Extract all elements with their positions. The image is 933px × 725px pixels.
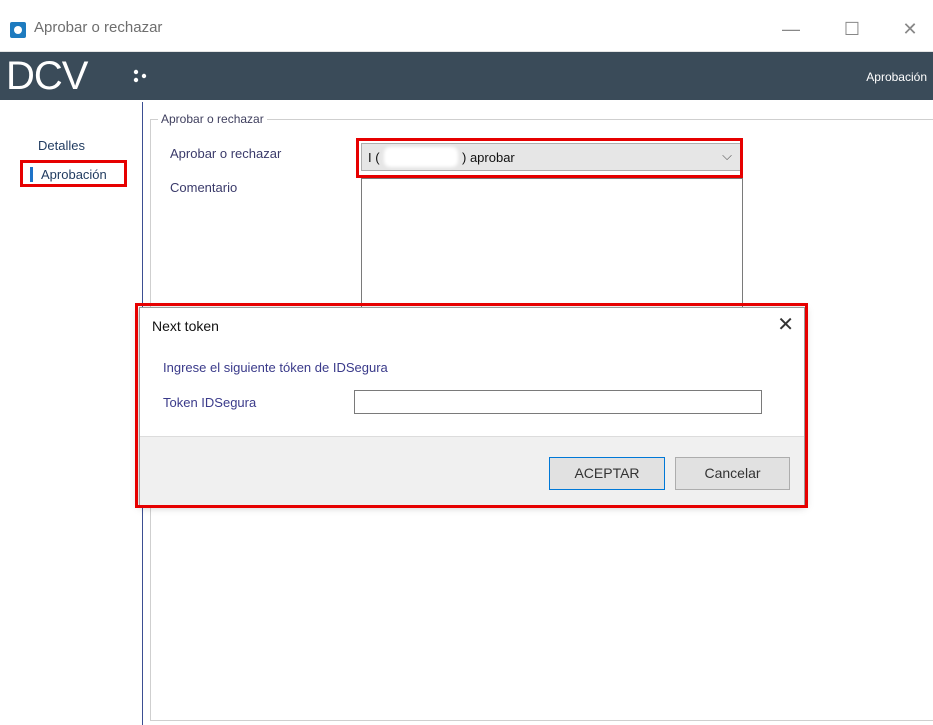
dialog-close-icon[interactable]: ✕ bbox=[777, 312, 794, 337]
app-icon bbox=[10, 22, 26, 38]
app-header: DCV Aprobación bbox=[0, 52, 933, 100]
comment-textarea[interactable] bbox=[361, 178, 743, 308]
groupbox-title: Aprobar o rechazar bbox=[158, 112, 267, 126]
header-section-label: Aprobación bbox=[866, 70, 927, 84]
approve-reject-select[interactable]: I ( ) aprobar ⌵ bbox=[361, 143, 741, 171]
maximize-button[interactable]: ☐ bbox=[836, 14, 868, 44]
nav-item-aprobacion[interactable]: Aprobación bbox=[30, 167, 107, 182]
window-titlebar: Aprobar o rechazar — ☐ ✕ bbox=[0, 0, 933, 52]
dialog-message: Ingrese el siguiente tóken de IDSegura bbox=[163, 360, 388, 375]
close-window-button[interactable]: ✕ bbox=[894, 14, 926, 44]
window-title: Aprobar o rechazar bbox=[34, 19, 163, 36]
token-label: Token IDSegura bbox=[163, 395, 257, 410]
select-value-suffix: ) aprobar bbox=[462, 150, 515, 165]
logo-dots-icon bbox=[133, 69, 147, 83]
chevron-down-icon: ⌵ bbox=[722, 148, 732, 163]
dcv-logo: DCV bbox=[6, 54, 88, 98]
nav-item-detalles[interactable]: Detalles bbox=[38, 138, 85, 153]
cancel-button[interactable]: Cancelar bbox=[675, 457, 790, 490]
accept-button[interactable]: ACEPTAR bbox=[549, 457, 665, 490]
comment-label: Comentario bbox=[170, 180, 238, 195]
next-token-dialog: Next token ✕ Ingrese el siguiente tóken … bbox=[139, 307, 805, 505]
select-value-prefix: I ( bbox=[368, 150, 380, 165]
token-input[interactable] bbox=[354, 390, 762, 414]
redacted-text bbox=[384, 147, 458, 167]
dialog-title: Next token bbox=[152, 318, 219, 334]
approve-reject-label: Aprobar o rechazar bbox=[170, 146, 282, 161]
minimize-button[interactable]: — bbox=[775, 14, 807, 44]
dialog-footer: ACEPTAR Cancelar bbox=[140, 436, 804, 505]
